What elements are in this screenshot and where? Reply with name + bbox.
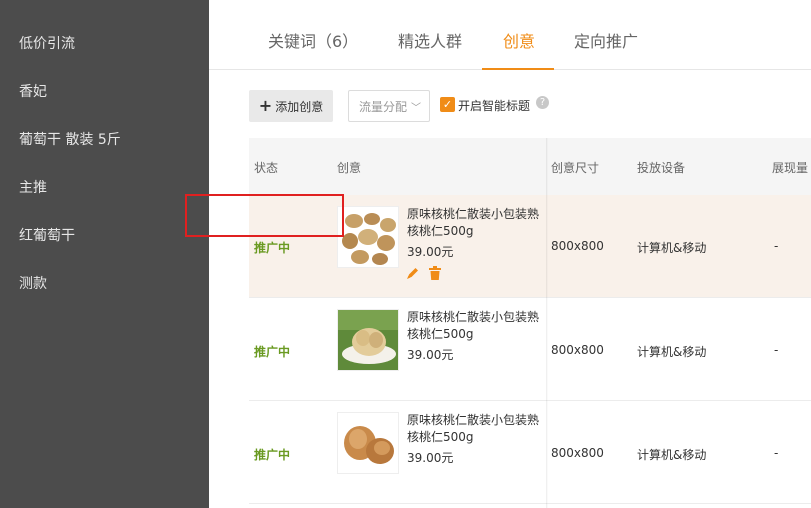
traffic-allocation-value: 流量分配	[359, 99, 408, 114]
tab-keywords[interactable]: 关键词（6）	[268, 28, 358, 52]
table-row[interactable]: 推广中 原味核桃仁散装小包装熟核桃仁500g 39.00元 800x800 计算…	[249, 401, 811, 504]
delivery-device: 计算机&移动	[637, 345, 707, 359]
creative-price: 39.00元	[407, 451, 454, 465]
trash-icon[interactable]	[429, 265, 441, 280]
edit-icon[interactable]	[406, 265, 420, 279]
delivery-device: 计算机&移动	[637, 448, 707, 462]
header-device: 投放设备	[637, 161, 686, 175]
main-panel: 关键词（6） 精选人群 创意 定向推广 + 添加创意 流量分配 ﹀ ✓ 开启智能…	[209, 0, 811, 508]
creative-size: 800x800	[551, 239, 604, 253]
status-badge: 推广中	[254, 345, 291, 359]
tab-bar: 关键词（6） 精选人群 创意 定向推广	[209, 0, 811, 70]
creative-price: 39.00元	[407, 245, 454, 259]
header-impressions: 展现量	[772, 161, 809, 175]
header-size: 创意尺寸	[551, 161, 600, 175]
creative-title: 原味核桃仁散装小包装熟核桃仁500g	[407, 413, 540, 444]
creative-price: 39.00元	[407, 348, 454, 362]
table-header: 状态 创意 创意尺寸 投放设备 展现量	[249, 138, 811, 195]
fixed-column-divider	[546, 138, 548, 508]
tab-creative[interactable]: 创意	[503, 28, 535, 52]
creative-size: 800x800	[551, 343, 604, 357]
creative-title: 原味核桃仁散装小包装熟核桃仁500g	[407, 207, 540, 238]
table-row[interactable]: 推广中 原味核桃仁散装小包装熟核桃仁500g 39.00元 800x800 计算…	[249, 195, 811, 298]
status-badge: 推广中	[254, 241, 291, 255]
header-creative: 创意	[337, 161, 362, 175]
tab-targeting[interactable]: 定向推广	[574, 28, 638, 52]
header-status: 状态	[254, 161, 279, 175]
impressions-value: -	[774, 446, 779, 460]
add-creative-label: 添加创意	[275, 99, 324, 114]
sidebar: 低价引流 香妃 葡萄干 散装 5斤 主推 红葡萄干 测款	[0, 0, 209, 508]
smart-title-checkbox[interactable]: ✓	[440, 97, 455, 112]
active-tab-indicator	[482, 68, 554, 70]
add-creative-button[interactable]: + 添加创意	[249, 90, 333, 122]
help-icon[interactable]: ?	[536, 96, 549, 109]
tab-audience[interactable]: 精选人群	[398, 28, 462, 52]
sidebar-item-red-raisins[interactable]: 红葡萄干	[19, 225, 75, 245]
impressions-value: -	[774, 239, 779, 253]
creative-title: 原味核桃仁散装小包装熟核桃仁500g	[407, 310, 540, 341]
product-thumbnail	[337, 412, 399, 474]
creative-size: 800x800	[551, 446, 604, 460]
sidebar-item-xiangfei[interactable]: 香妃	[19, 81, 47, 101]
status-badge: 推广中	[254, 448, 291, 462]
smart-title-label[interactable]: 开启智能标题	[458, 97, 530, 114]
table-row[interactable]: 推广中 原味核桃仁散装小包装熟核桃仁500g 39.00元 800x800 计算…	[249, 298, 811, 401]
sidebar-item-test[interactable]: 测款	[19, 273, 47, 293]
traffic-allocation-select[interactable]: 流量分配 ﹀	[348, 90, 430, 122]
sidebar-item-raisins-bulk[interactable]: 葡萄干 散装 5斤	[19, 129, 121, 149]
product-thumbnail	[337, 206, 399, 268]
product-thumbnail	[337, 309, 399, 371]
chevron-down-icon: ﹀	[411, 102, 422, 114]
sidebar-item-main-push[interactable]: 主推	[19, 177, 47, 197]
impressions-value: -	[774, 343, 779, 357]
sidebar-item-low-price[interactable]: 低价引流	[19, 33, 75, 53]
delivery-device: 计算机&移动	[637, 241, 707, 255]
plus-icon: +	[258, 96, 273, 115]
